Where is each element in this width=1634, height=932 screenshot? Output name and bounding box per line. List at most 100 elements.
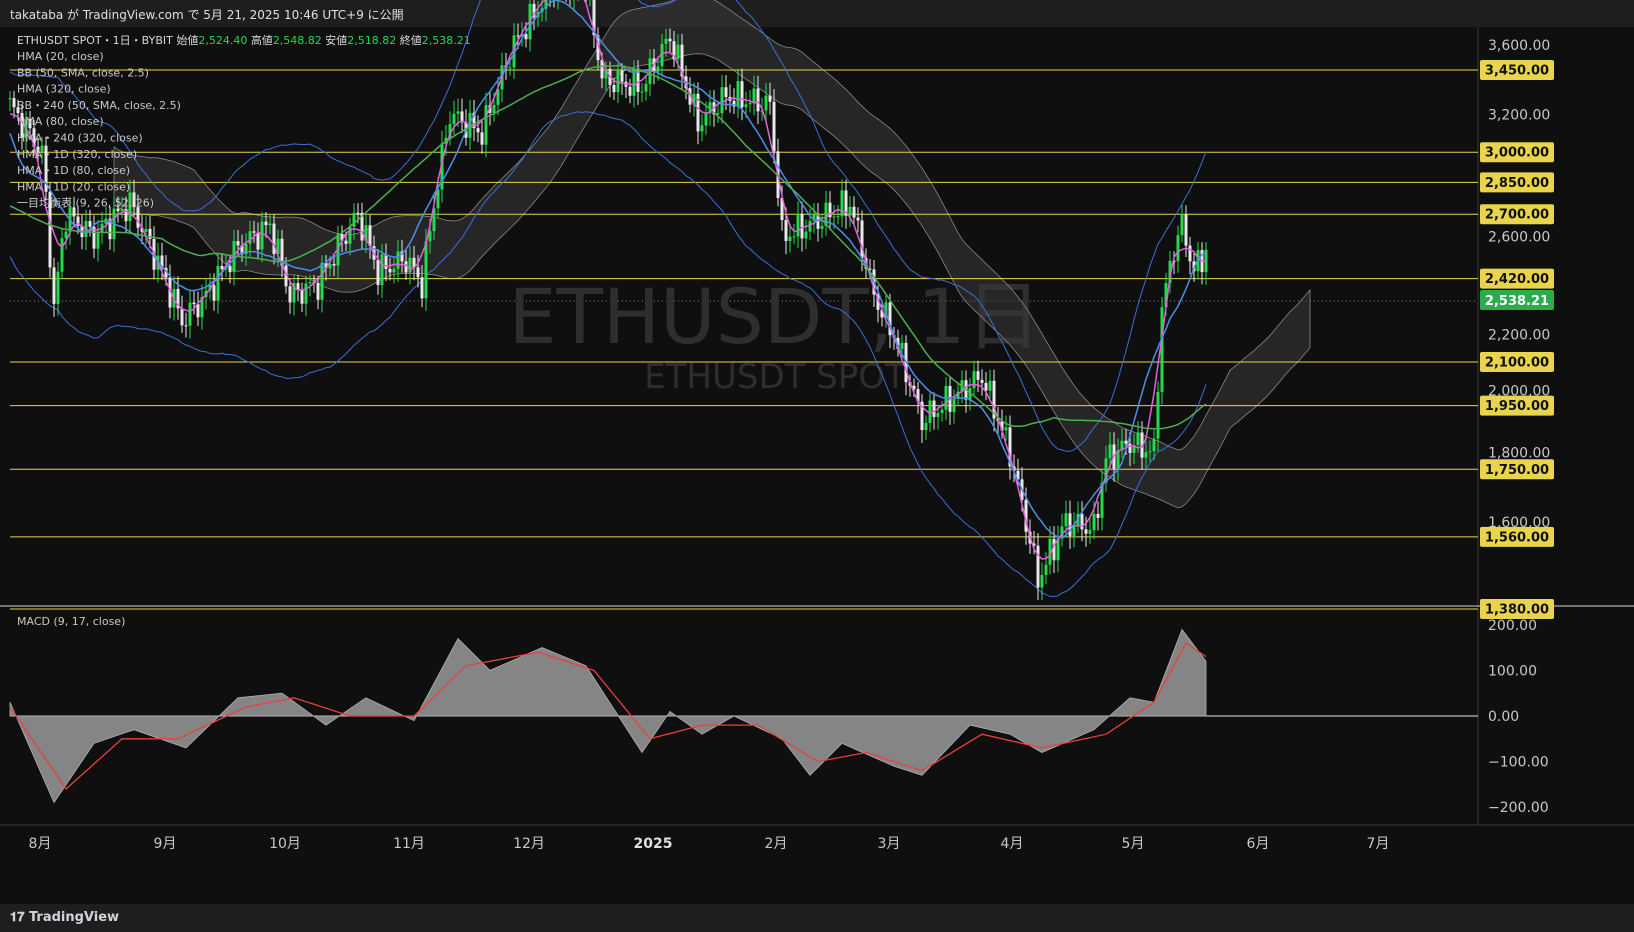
candle-body xyxy=(492,104,496,113)
candle-body xyxy=(1040,575,1044,588)
time-tick-label: 6月 xyxy=(1247,836,1270,852)
candle-body xyxy=(900,342,904,349)
tradingview-logo[interactable]: 𝟏𝟕 TradingView xyxy=(10,910,119,925)
candle-body xyxy=(1188,245,1192,262)
candle-body xyxy=(676,44,680,60)
legend-indicator: HMA・1D (320, close) xyxy=(17,148,137,161)
candle-body xyxy=(356,212,360,214)
candle-body xyxy=(136,207,140,228)
candle-body xyxy=(988,380,992,391)
level-tag-label: 3,450.00 xyxy=(1485,64,1549,79)
candle-body xyxy=(1084,529,1088,534)
ohlc-label: 高値 xyxy=(251,33,273,47)
candle-body xyxy=(804,231,808,239)
time-tick-label: 10月 xyxy=(269,836,301,852)
candle-body xyxy=(704,113,708,126)
time-tick-label: 4月 xyxy=(1001,836,1024,852)
level-tag-label: 1,950.00 xyxy=(1485,399,1549,414)
candle-body xyxy=(748,102,752,105)
brand-name: TradingView xyxy=(28,910,120,925)
candle-body xyxy=(744,104,748,108)
candle-body xyxy=(252,231,256,233)
macd-tick-label: 100.00 xyxy=(1488,663,1537,679)
candle-body xyxy=(304,283,308,304)
candle-body xyxy=(788,236,792,241)
ohlc-value: 2,524.40 xyxy=(198,34,250,47)
candle-body xyxy=(720,87,724,114)
candle-body xyxy=(808,220,812,232)
macd-tick-label: 200.00 xyxy=(1488,618,1537,634)
candle-body xyxy=(620,70,624,82)
ohlc-value: 2,548.82 xyxy=(273,34,325,47)
ohlc-label: 始値 xyxy=(176,33,198,47)
candle-body xyxy=(268,223,272,226)
candle-body xyxy=(800,213,804,239)
candle-body xyxy=(212,285,216,301)
candle-body xyxy=(640,91,644,93)
candle-body xyxy=(1036,545,1040,588)
candle-body xyxy=(384,254,388,269)
candle-body xyxy=(192,302,196,305)
candle-body xyxy=(1004,427,1008,431)
candle-body xyxy=(184,325,188,327)
watermark-subtitle: ETHUSDT SPOT xyxy=(644,357,906,397)
candle-body xyxy=(60,238,64,272)
candle-body xyxy=(1096,513,1100,518)
legend-indicator: BB・240 (50, SMA, close, 2.5) xyxy=(17,99,181,112)
legend-indicator: 一目均衡表 (9, 26, 52, 26) xyxy=(17,196,154,210)
price-tick-label: 1,600.00 xyxy=(1488,515,1550,531)
level-tag-label: 1,560.00 xyxy=(1485,530,1549,545)
level-tag-label: 1,750.00 xyxy=(1485,463,1549,478)
candle-body xyxy=(664,38,668,44)
candle-body xyxy=(460,111,464,122)
candle-body xyxy=(424,241,428,299)
candle-body xyxy=(260,221,264,250)
candle-body xyxy=(88,221,92,227)
candle-body xyxy=(456,111,460,114)
candle-body xyxy=(8,98,12,100)
candle-body xyxy=(1108,444,1112,459)
candle-body xyxy=(716,113,720,115)
level-tag-label: 2,100.00 xyxy=(1485,356,1549,371)
candle-body xyxy=(752,88,756,103)
candle-body xyxy=(1044,564,1048,576)
price-tick-label: 1,800.00 xyxy=(1488,446,1550,462)
legend-indicator: HMA (20, close) xyxy=(17,50,104,63)
candle-body xyxy=(784,220,788,241)
last-price-label: 2,538.21 xyxy=(1485,294,1549,309)
candle-body xyxy=(1148,451,1152,453)
candle-body xyxy=(96,231,100,249)
candle-body xyxy=(12,98,16,108)
ohlc-value: 2,538.21 xyxy=(422,34,471,47)
time-tick-label: 12月 xyxy=(513,836,545,852)
candle-body xyxy=(768,95,772,102)
trading-chart[interactable]: ETHUSDT, 1日 ETHUSDT SPOT MACD (9, 17, cl… xyxy=(0,0,1634,932)
candle-body xyxy=(56,271,60,304)
level-tag-label: 1,380.00 xyxy=(1485,603,1549,618)
candle-body xyxy=(516,35,520,37)
ohlc-label: 終値 xyxy=(400,33,422,47)
candle-body xyxy=(1136,432,1140,446)
candle-body xyxy=(980,379,984,383)
candle-body xyxy=(1160,307,1164,392)
candle-body xyxy=(248,231,252,244)
candle-body xyxy=(308,282,312,284)
macd-tick-label: 0.00 xyxy=(1488,709,1519,725)
candle-body xyxy=(840,190,844,217)
candle-body xyxy=(932,400,936,417)
candle-body xyxy=(644,83,648,92)
candle-body xyxy=(476,128,480,133)
time-tick-label: 11月 xyxy=(393,836,425,852)
level-tag-label: 2,700.00 xyxy=(1485,208,1549,223)
candle-body xyxy=(1092,513,1096,531)
candle-body xyxy=(1180,214,1184,236)
candle-body xyxy=(1176,235,1180,262)
candle-body xyxy=(344,240,348,244)
candle-body xyxy=(984,382,988,391)
candle-body xyxy=(1080,513,1084,530)
time-tick-label: 3月 xyxy=(878,836,901,852)
price-tick-label: 2,600.00 xyxy=(1488,229,1550,245)
candle-body xyxy=(740,81,744,108)
candle-body xyxy=(924,422,928,431)
candle-body xyxy=(1144,452,1148,458)
